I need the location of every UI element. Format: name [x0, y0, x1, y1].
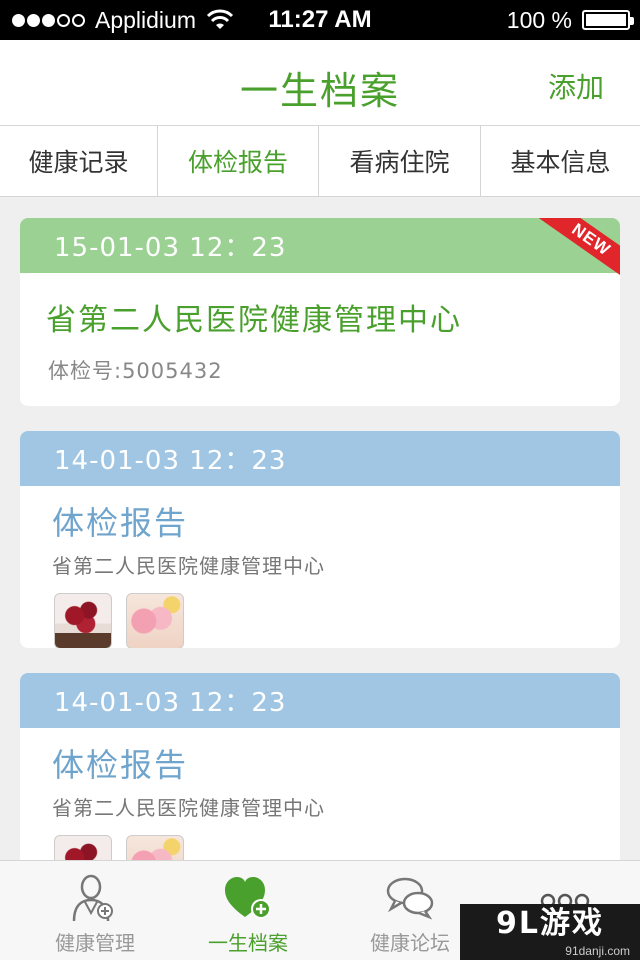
record-datetime: 15-01-03 12：23 — [54, 233, 287, 263]
record-hospital: 省第二人民医院健康管理中心 — [52, 554, 325, 578]
new-badge: NEW — [539, 218, 620, 282]
battery-fill — [586, 14, 626, 26]
record-thumbnails — [54, 593, 620, 648]
candy-photo-thumbnail[interactable] — [126, 593, 184, 648]
tab-hospital-visits[interactable]: 看病住院 — [319, 126, 481, 196]
battery-percent: 100 % — [506, 6, 572, 33]
record-thumbnails — [54, 835, 620, 860]
record-card-header: 14-01-03 12：23 — [20, 673, 620, 728]
record-title: 体检报告 — [52, 746, 189, 784]
tabbar-label: 一生档案 — [208, 931, 288, 955]
tabbar-label: 健康管理 — [55, 931, 135, 955]
battery-tip — [630, 17, 634, 25]
site-watermark: 9L游戏 91danji.com — [460, 904, 640, 960]
record-datetime: 14-01-03 12：23 — [54, 688, 287, 718]
navigation-bar: 一生档案 添加 — [0, 40, 640, 126]
battery-icon — [582, 10, 634, 30]
tabbar-life-archive[interactable]: 一生档案 — [168, 861, 328, 960]
page-title: 一生档案 — [239, 69, 400, 113]
tabbar-health-management[interactable]: 健康管理 — [15, 861, 175, 960]
record-card-header: 15-01-03 12：23 NEW — [20, 218, 620, 282]
tab-basic-info[interactable]: 基本信息 — [481, 126, 640, 196]
add-button[interactable]: 添加 — [548, 66, 604, 106]
record-title: 体检报告 — [52, 504, 189, 542]
status-bar: Applidium 11:27 AM 100 % — [0, 0, 640, 40]
record-exam-number: 体检号:5005432 — [48, 359, 223, 383]
chat-bubbles-icon — [386, 877, 434, 920]
candy-photo-thumbnail[interactable] — [126, 835, 184, 860]
record-card-header: 14-01-03 12：23 — [20, 431, 620, 486]
segment-tabs: 健康记录 体检报告 看病住院 基本信息 — [0, 126, 640, 197]
record-datetime: 14-01-03 12：23 — [54, 446, 287, 476]
record-card[interactable]: 15-01-03 12：23 NEW 省第二人民医院健康管理中心 体检号:500… — [20, 218, 620, 406]
status-right: 100 % — [506, 6, 634, 34]
watermark-url: 91danji.com — [565, 944, 630, 958]
watermark-logo: 9L游戏 — [496, 906, 604, 941]
cake-photo-thumbnail[interactable] — [54, 593, 112, 648]
record-hospital: 省第二人民医院健康管理中心 — [46, 303, 462, 338]
record-card[interactable]: 14-01-03 12：23 体检报告 省第二人民医院健康管理中心 — [20, 673, 620, 860]
record-hospital: 省第二人民医院健康管理中心 — [52, 796, 325, 820]
tab-health-records[interactable]: 健康记录 — [0, 126, 158, 196]
record-card[interactable]: 14-01-03 12：23 体检报告 省第二人民医院健康管理中心 — [20, 431, 620, 648]
cake-photo-thumbnail[interactable] — [54, 835, 112, 860]
tab-checkup-reports[interactable]: 体检报告 — [158, 126, 319, 196]
record-list[interactable]: 15-01-03 12：23 NEW 省第二人民医院健康管理中心 体检号:500… — [0, 197, 640, 860]
doctor-icon — [72, 874, 113, 922]
heart-add-icon — [225, 877, 271, 919]
